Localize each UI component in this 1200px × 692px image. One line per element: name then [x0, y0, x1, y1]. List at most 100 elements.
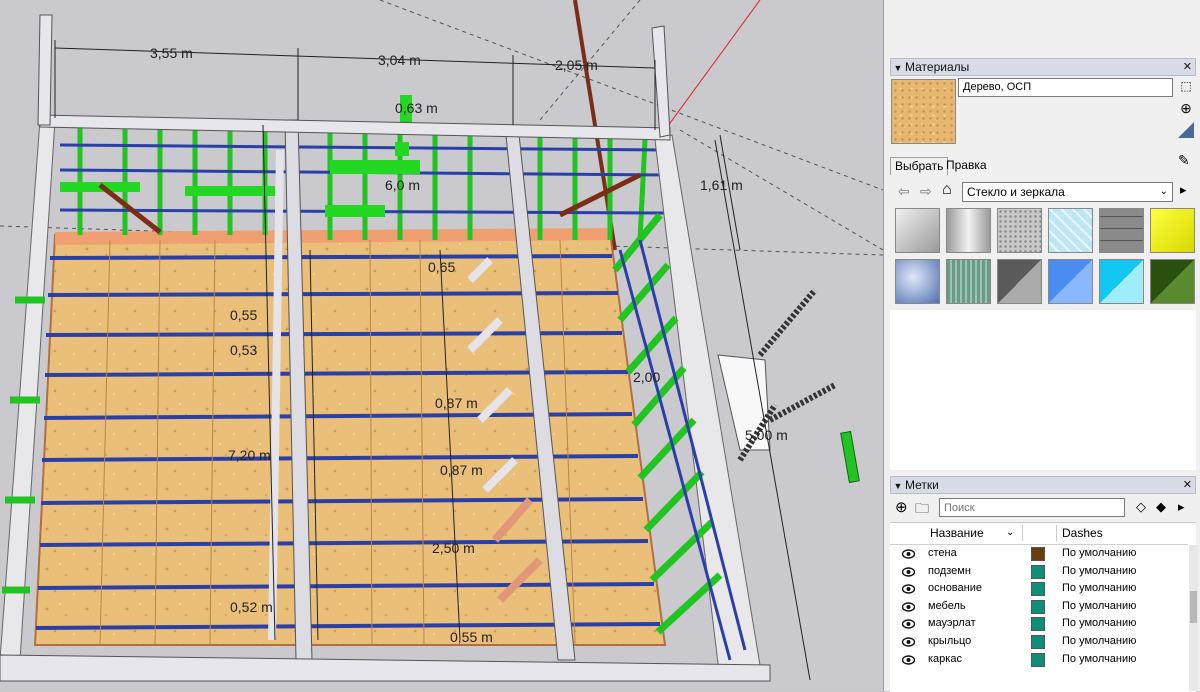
- dim-5-00: 5,00 m: [745, 427, 788, 443]
- dim-1-61: 1,61 m: [700, 177, 743, 193]
- dim-0-63: 0,63 m: [395, 100, 438, 116]
- search-input[interactable]: [939, 498, 1125, 517]
- new-material-icon[interactable]: ⬚: [1180, 79, 1192, 93]
- tag-name[interactable]: мауэрлат: [928, 615, 976, 632]
- header-divider: [1022, 525, 1023, 541]
- tag-color[interactable]: [1031, 582, 1045, 597]
- materials-empty-area: [890, 310, 1196, 470]
- materials-panel-title: Материалы: [905, 60, 970, 74]
- default-tray: ▼ Материалы ✕ Дерево, ОСП ⬚ ⊕ Выбрать Пра…: [883, 0, 1200, 692]
- swatch-glass-yellow[interactable]: [1150, 208, 1195, 253]
- header-divider: [1056, 525, 1057, 541]
- swatch-glass-sky[interactable]: [895, 259, 940, 304]
- scrollbar-thumb[interactable]: [1190, 591, 1197, 623]
- swatch-glass-blue-tint[interactable]: [1048, 259, 1093, 304]
- tag-color[interactable]: [1031, 617, 1045, 632]
- scrollbar[interactable]: [1189, 545, 1198, 691]
- swatch-glass-green[interactable]: [1150, 259, 1195, 304]
- chevron-down-icon: ⌄: [1159, 186, 1168, 197]
- tag-name[interactable]: мебель: [928, 598, 966, 615]
- details-icon[interactable]: ▸: [1178, 499, 1185, 515]
- tag-name[interactable]: крыльцо: [928, 633, 971, 650]
- tag-color[interactable]: [1031, 599, 1045, 614]
- dim-0-55a: 0,55: [230, 307, 257, 323]
- tag-dashes[interactable]: По умолчанию: [1062, 651, 1136, 668]
- tag-color[interactable]: [1031, 652, 1045, 667]
- tag-dashes[interactable]: По умолчанию: [1062, 563, 1136, 580]
- back-arrow-icon[interactable]: ⇦: [898, 183, 910, 200]
- swatch-glass-textured[interactable]: [997, 208, 1042, 253]
- home-icon[interactable]: ⌂: [942, 181, 952, 199]
- tag-row[interactable]: крыльцо По умолчанию: [890, 633, 1190, 651]
- dashes-icon[interactable]: ◆: [1156, 499, 1166, 515]
- add-tag-icon[interactable]: ⊕: [895, 498, 908, 516]
- dim-2-50: 2,50 m: [432, 540, 475, 556]
- details-icon[interactable]: ▸: [1180, 182, 1187, 198]
- dim-0-65: 0,65: [428, 259, 455, 275]
- swatch-glass-blue[interactable]: [1048, 208, 1093, 253]
- swatch-mirror[interactable]: [895, 208, 940, 253]
- back-wall-studs: [77, 125, 648, 241]
- color-by-tag-icon[interactable]: ◇: [1136, 499, 1146, 515]
- dim-0-55b: 0,55 m: [450, 629, 493, 645]
- tag-dashes[interactable]: По умолчанию: [1062, 615, 1136, 632]
- tag-row[interactable]: каркас По умолчанию: [890, 651, 1190, 669]
- tag-dashes[interactable]: По умолчанию: [1062, 545, 1136, 562]
- tag-color[interactable]: [1031, 547, 1045, 561]
- tag-row[interactable]: основание По умолчанию: [890, 580, 1190, 598]
- materials-panel-header[interactable]: ▼ Материалы ✕: [890, 58, 1196, 76]
- tag-name[interactable]: каркас: [928, 651, 962, 668]
- tag-row[interactable]: мебель По умолчанию: [890, 598, 1190, 616]
- tag-color[interactable]: [1031, 564, 1045, 579]
- tag-row[interactable]: мауэрлат По умолчанию: [890, 615, 1190, 633]
- tag-name[interactable]: стена: [928, 545, 957, 562]
- col-name-header[interactable]: Название: [930, 523, 984, 543]
- loose-board: [840, 430, 860, 484]
- tag-name[interactable]: подземн: [928, 563, 971, 580]
- material-name-field[interactable]: Дерево, ОСП: [958, 78, 1173, 97]
- eye-icon[interactable]: [901, 654, 916, 671]
- tab-select[interactable]: Выбрать: [890, 157, 949, 175]
- diagonal-brace: [98, 172, 642, 234]
- dim-6-0: 6,0 m: [385, 177, 420, 193]
- tag-color[interactable]: [1031, 635, 1045, 649]
- swatch-glass-grey[interactable]: [946, 208, 991, 253]
- close-icon[interactable]: ✕: [1183, 477, 1192, 493]
- dim-0-87a: 0,87 m: [435, 395, 478, 411]
- tag-row[interactable]: стена По умолчанию: [890, 545, 1190, 563]
- dim-7-20: 7,20 m: [228, 447, 271, 463]
- collapse-triangle-icon[interactable]: ▼: [891, 478, 905, 494]
- dim-2-00: 2,00: [633, 369, 660, 385]
- col-dashes-header[interactable]: Dashes: [1062, 523, 1103, 543]
- tab-edit[interactable]: Правка: [942, 157, 991, 175]
- forward-arrow-icon[interactable]: ⇨: [920, 183, 932, 200]
- add-folder-icon[interactable]: 🗀: [915, 498, 929, 522]
- sort-chevron-icon[interactable]: ⌄: [1006, 523, 1014, 543]
- swatch-glass-cyan[interactable]: [1099, 259, 1144, 304]
- dim-0-52: 0,52 m: [230, 599, 273, 615]
- swatch-glass-ribbed[interactable]: [946, 259, 991, 304]
- create-material-icon[interactable]: ⊕: [1178, 100, 1194, 116]
- swatch-glass-dark[interactable]: [997, 259, 1042, 304]
- tags-panel-header[interactable]: ▼ Метки ✕: [890, 476, 1196, 494]
- tag-dashes[interactable]: По умолчанию: [1062, 633, 1136, 650]
- dim-3-04: 3,04 m: [378, 52, 421, 68]
- material-preview: [891, 79, 956, 144]
- default-material-icon[interactable]: [1178, 122, 1194, 138]
- eyedropper-icon[interactable]: ✎: [1178, 152, 1190, 169]
- model-viewport[interactable]: 3,55 m 3,04 m 2,05 m 1,61 m 0,63 m 6,0 m…: [0, 0, 883, 691]
- tag-dashes[interactable]: По умолчанию: [1062, 580, 1136, 597]
- tags-header: Название ⌄ Dashes: [890, 523, 1188, 545]
- dim-0-53: 0,53: [230, 342, 257, 358]
- library-selected: Стекло и зеркала: [967, 185, 1065, 199]
- collapse-triangle-icon[interactable]: ▼: [891, 60, 905, 76]
- dim-0-87b: 0,87 m: [440, 462, 483, 478]
- tag-row[interactable]: подземн По умолчанию: [890, 563, 1190, 581]
- close-icon[interactable]: ✕: [1183, 59, 1192, 75]
- library-dropdown[interactable]: Стекло и зеркала ⌄: [962, 182, 1173, 202]
- swatch-glass-blocks[interactable]: [1099, 208, 1144, 253]
- dim-2-05: 2,05 m: [555, 57, 598, 73]
- tag-name[interactable]: основание: [928, 580, 982, 597]
- tag-dashes[interactable]: По умолчанию: [1062, 598, 1136, 615]
- tags-panel-title: Метки: [905, 478, 939, 492]
